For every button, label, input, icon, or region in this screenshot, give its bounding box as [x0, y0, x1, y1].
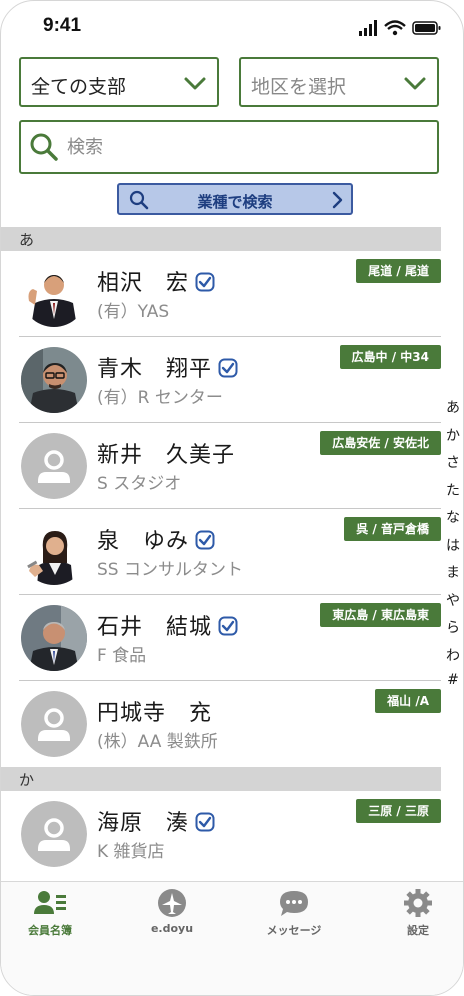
- verified-icon: [195, 530, 215, 550]
- avatar: [21, 261, 87, 327]
- region-badge: 三原 / 三原: [356, 799, 441, 823]
- region-badge: 広島中 / 中34: [339, 345, 441, 369]
- avatar: [21, 347, 87, 413]
- avatar: [21, 519, 87, 585]
- tab-edoyu[interactable]: e.doyu: [127, 888, 217, 948]
- branch-select[interactable]: 全ての支部: [19, 57, 219, 107]
- region-badge: 尾道 / 尾道: [356, 259, 441, 283]
- tab-settings-label: 設定: [407, 924, 429, 937]
- search-icon: [30, 133, 58, 161]
- tab-members-label: 会員名簿: [28, 924, 72, 937]
- tab-messages-label: メッセージ: [266, 924, 322, 937]
- member-row[interactable]: 円城寺 充 (株）AA 製鉄所 福山 /A: [1, 681, 441, 767]
- index-letter[interactable]: さ: [443, 452, 463, 480]
- branch-select-value: 全ての支部: [31, 76, 127, 98]
- region-badge: 呉 / 音戸倉橋: [344, 517, 441, 541]
- member-company: S スタジオ: [97, 474, 182, 494]
- tab-edoyu-label: e.doyu: [150, 922, 194, 935]
- section-header-label: か: [19, 771, 35, 789]
- region-badge: 福山 /A: [375, 689, 441, 713]
- region-badge: 東広島 / 東広島東: [320, 603, 441, 627]
- member-company: F 食品: [97, 646, 147, 666]
- index-letter[interactable]: ま: [443, 562, 463, 590]
- member-row[interactable]: 相沢 宏 (有）YAS 尾道 / 尾道: [1, 251, 441, 337]
- member-name-text: 青木 翔平: [97, 357, 213, 382]
- section-header: あ: [1, 227, 441, 251]
- verified-icon: [218, 358, 238, 378]
- avatar-placeholder: [21, 433, 87, 499]
- tab-bar: 会員名簿 e.doyu メッセージ 設定: [1, 881, 463, 995]
- index-letter[interactable]: か: [443, 425, 463, 453]
- signal-icon: [359, 20, 377, 36]
- gear-icon: [404, 889, 432, 917]
- avatar-placeholder: [21, 691, 87, 757]
- member-name-text: 相沢 宏: [97, 271, 190, 296]
- member-company: K 雑貨店: [97, 842, 165, 862]
- member-row[interactable]: 泉 ゆみ SS コンサルタント 呉 / 音戸倉橋: [1, 509, 441, 595]
- member-name-text: 円城寺 充: [97, 701, 213, 726]
- member-company: (有）R センター: [97, 388, 223, 408]
- search-box: [19, 120, 439, 174]
- verified-icon: [195, 272, 215, 292]
- status-bar: 9:41: [1, 1, 463, 49]
- member-row[interactable]: 海原 湊 K 雑貨店 三原 / 三原: [1, 791, 441, 877]
- chevron-down-icon: [184, 77, 206, 90]
- member-name: 相沢 宏: [97, 265, 215, 297]
- index-scroller[interactable]: あ か さ た な は ま や ら わ #: [443, 397, 463, 700]
- battery-icon: [412, 21, 441, 35]
- member-row[interactable]: 石井 結城 F 食品 東広島 / 東広島東: [1, 595, 441, 681]
- industry-search-button[interactable]: 業種で検索: [117, 183, 353, 215]
- member-company: SS コンサルタント: [97, 560, 243, 580]
- index-letter[interactable]: た: [443, 480, 463, 508]
- index-letter[interactable]: ら: [443, 617, 463, 645]
- member-company: (有）YAS: [97, 302, 170, 322]
- section-header-label: あ: [19, 231, 35, 249]
- phone-screen: 9:41 全ての支部 地区を選択 検索 業種で検索 あ 相沢 宏 (有）YAS …: [0, 0, 464, 996]
- member-name-text: 石井 結城: [97, 615, 213, 640]
- tab-settings[interactable]: 設定: [373, 888, 463, 948]
- member-name: 新井 久美子: [97, 437, 235, 469]
- wifi-icon: [384, 20, 406, 36]
- index-letter[interactable]: #: [443, 672, 463, 700]
- index-letter[interactable]: は: [443, 535, 463, 563]
- status-time: 9:41: [43, 15, 82, 36]
- chevron-down-icon: [404, 77, 426, 90]
- avatar-placeholder: [21, 801, 87, 867]
- member-name: 泉 ゆみ: [97, 523, 215, 555]
- member-name-text: 海原 湊: [97, 811, 190, 836]
- index-letter[interactable]: わ: [443, 645, 463, 673]
- section-header: か: [1, 767, 441, 791]
- member-name: 石井 結城: [97, 609, 238, 641]
- industry-search-label: 業種で検索: [197, 193, 273, 211]
- message-icon: [280, 891, 308, 916]
- verified-icon: [218, 616, 238, 636]
- edoyu-logo-icon: [158, 889, 186, 917]
- tab-members[interactable]: 会員名簿: [5, 888, 95, 948]
- region-badge: 広島安佐 / 安佐北: [320, 431, 441, 455]
- members-icon: [34, 891, 66, 914]
- index-letter[interactable]: な: [443, 507, 463, 535]
- region-select-placeholder: 地区を選択: [251, 76, 347, 98]
- index-letter[interactable]: あ: [443, 397, 463, 425]
- member-company: (株）AA 製鉄所: [97, 732, 218, 752]
- member-row[interactable]: 青木 翔平 (有）R センター 広島中 / 中34: [1, 337, 441, 423]
- index-letter[interactable]: や: [443, 590, 463, 618]
- member-name: 青木 翔平: [97, 351, 238, 383]
- member-name: 円城寺 充: [97, 695, 212, 727]
- search-input[interactable]: [67, 132, 417, 162]
- tab-messages[interactable]: メッセージ: [249, 888, 339, 948]
- member-name-text: 新井 久美子: [97, 443, 236, 468]
- status-icons: [359, 20, 441, 36]
- region-select[interactable]: 地区を選択: [239, 57, 439, 107]
- chevron-right-icon: [332, 191, 343, 209]
- member-name: 海原 湊: [97, 805, 215, 837]
- avatar: [21, 605, 87, 671]
- member-row[interactable]: 新井 久美子 S スタジオ 広島安佐 / 安佐北: [1, 423, 441, 509]
- member-name-text: 泉 ゆみ: [97, 529, 190, 554]
- verified-icon: [195, 812, 215, 832]
